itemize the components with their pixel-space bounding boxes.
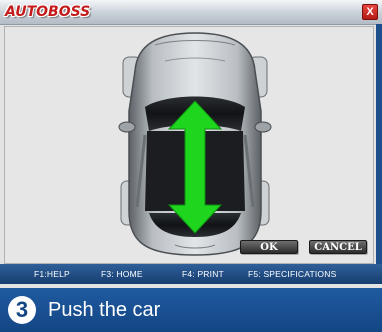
instruction-text: Push the car: [48, 299, 161, 321]
autoboss-logo: AUTOBOSS: [5, 4, 91, 20]
cancel-button[interactable]: CANCEL: [309, 240, 367, 254]
f5-specifications-key[interactable]: F5: SPECIFICATIONS: [248, 264, 336, 284]
f4-print-key[interactable]: F4: PRINT: [182, 264, 224, 284]
instruction-bar: 3 Push the car: [0, 288, 382, 332]
close-button[interactable]: X: [362, 4, 378, 20]
function-key-bar: F1:HELP F3: HOME F4: PRINT F5: SPECIFICA…: [0, 264, 382, 284]
ok-button[interactable]: OK: [240, 240, 298, 254]
f1-help-key[interactable]: F1:HELP: [34, 264, 70, 284]
car-illustration: [115, 31, 275, 259]
step-number-badge: 3: [8, 296, 36, 324]
double-arrow-up-down-icon: [167, 100, 223, 234]
window-right-edge: [376, 24, 382, 264]
app-window: AUTOBOSS X OK CANCEL F1:HELP F3: HOME F4…: [0, 0, 382, 288]
dialog-body: [4, 26, 374, 264]
f3-home-key[interactable]: F3: HOME: [101, 264, 143, 284]
title-bar: AUTOBOSS X: [0, 0, 382, 25]
